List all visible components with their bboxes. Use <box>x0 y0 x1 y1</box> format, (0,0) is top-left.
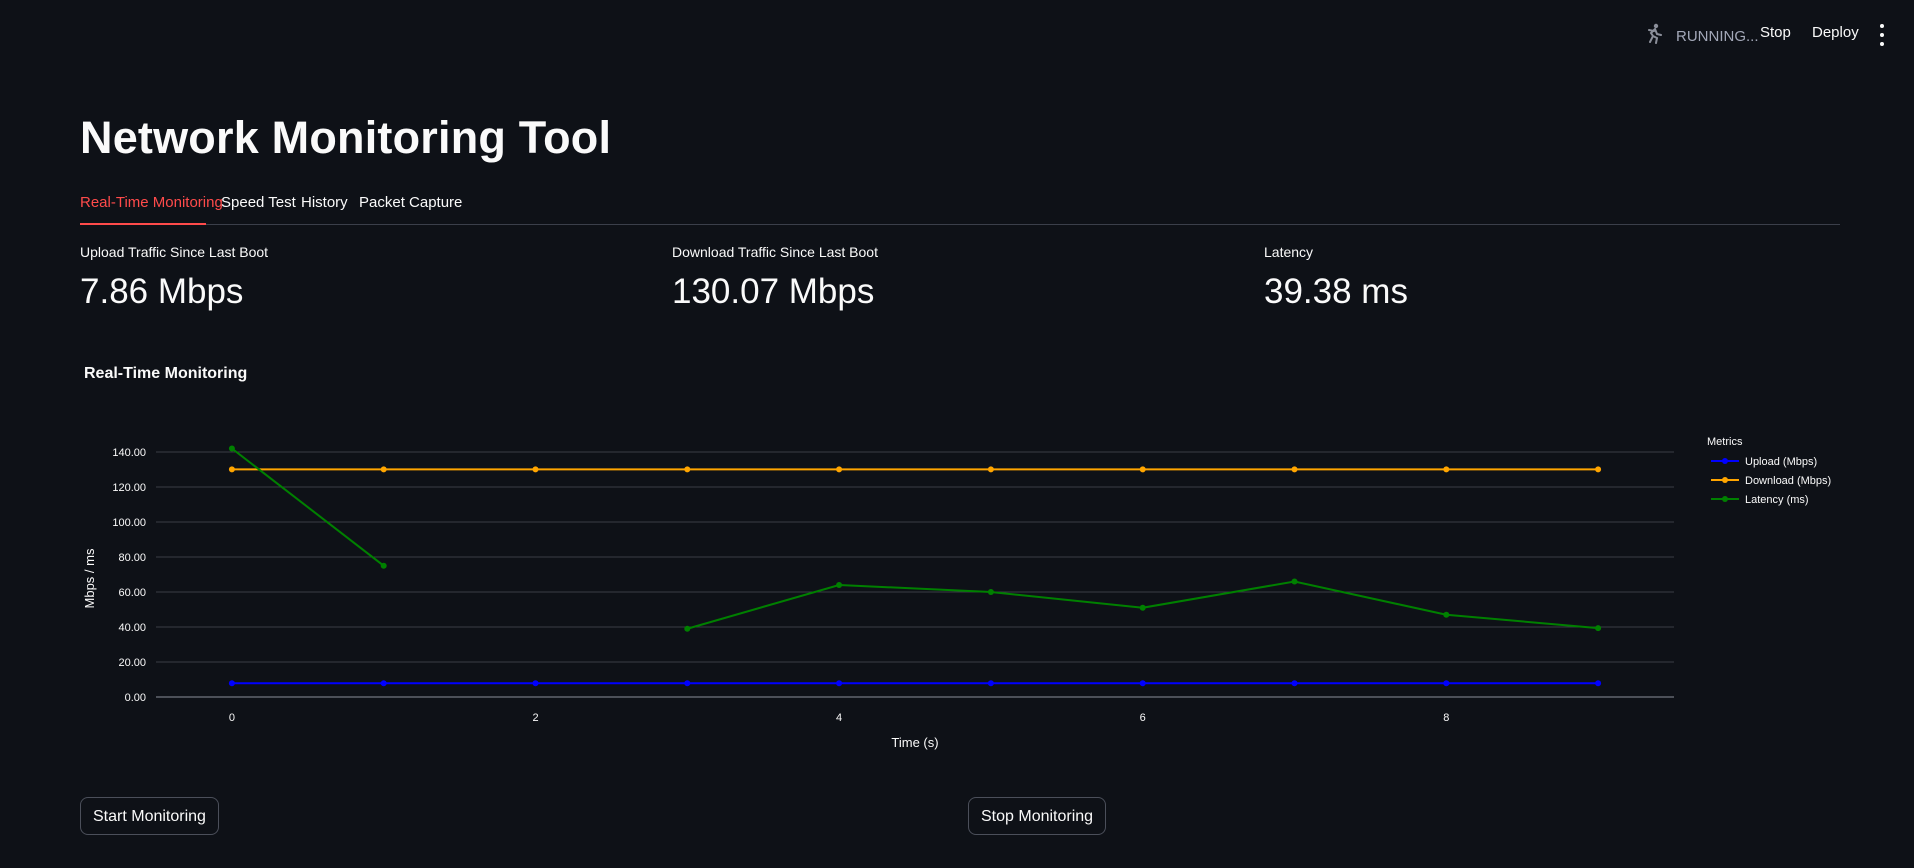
data-point <box>1139 466 1146 473</box>
data-point <box>1443 611 1450 618</box>
data-point <box>836 466 843 473</box>
y-tick-label: 40.00 <box>118 622 146 634</box>
x-tick-label: 0 <box>229 712 235 724</box>
data-point <box>836 582 843 588</box>
data-point <box>228 466 235 473</box>
x-tick-label: 8 <box>1443 712 1449 724</box>
data-point <box>380 680 387 687</box>
line-chart: 0.00 20.00 40.00 60.00 80.00 100.00 120.00 140.… <box>82 436 1831 750</box>
x-tick-label: 4 <box>836 712 842 724</box>
legend-entry: Download (Mbps) <box>1745 475 1831 487</box>
data-point <box>987 589 994 595</box>
data-point <box>1443 466 1450 473</box>
x-axis-label: Time (s) <box>891 735 938 750</box>
data-point <box>228 445 235 452</box>
stop-monitoring-button[interactable]: Stop Monitoring <box>968 797 1107 835</box>
data-point <box>1291 578 1298 585</box>
legend-swatch-marker <box>1722 458 1728 464</box>
data-point <box>1595 680 1602 687</box>
data-point <box>684 625 691 632</box>
legend-swatch-marker <box>1722 496 1728 502</box>
x-tick-label: 2 <box>532 712 538 724</box>
legend-swatch-marker <box>1722 477 1728 483</box>
y-tick-label: 80.00 <box>118 552 146 564</box>
y-axis-label: Mbps / ms <box>82 548 97 608</box>
y-tick-label: 60.00 <box>118 587 146 599</box>
x-tick-label: 6 <box>1140 712 1146 724</box>
data-point <box>684 680 691 687</box>
y-tick-label: 0.00 <box>125 692 146 704</box>
data-point <box>532 680 539 687</box>
data-point <box>987 466 994 473</box>
data-point <box>380 466 387 473</box>
y-tick-label: 100.00 <box>112 517 146 529</box>
data-point <box>987 680 994 687</box>
data-point <box>380 562 387 569</box>
data-point <box>684 466 691 473</box>
data-point <box>1291 680 1298 687</box>
y-tick-label: 120.00 <box>112 482 146 494</box>
data-point <box>1139 604 1146 611</box>
data-point <box>1139 680 1146 687</box>
data-point <box>1595 625 1602 632</box>
start-monitoring-button[interactable]: Start Monitoring <box>80 797 219 835</box>
legend-entry: Latency (ms) <box>1745 494 1809 506</box>
data-point <box>228 680 235 687</box>
y-tick-label: 20.00 <box>118 657 146 669</box>
data-point <box>1595 466 1602 473</box>
data-point <box>1443 680 1450 687</box>
y-tick-label: 140.00 <box>112 447 146 459</box>
legend-title: Metrics <box>1707 436 1743 448</box>
data-point <box>1291 466 1298 473</box>
series-line-2 <box>231 447 385 567</box>
data-point <box>532 466 539 473</box>
legend-entry: Upload (Mbps) <box>1745 456 1817 468</box>
data-point <box>836 680 843 687</box>
